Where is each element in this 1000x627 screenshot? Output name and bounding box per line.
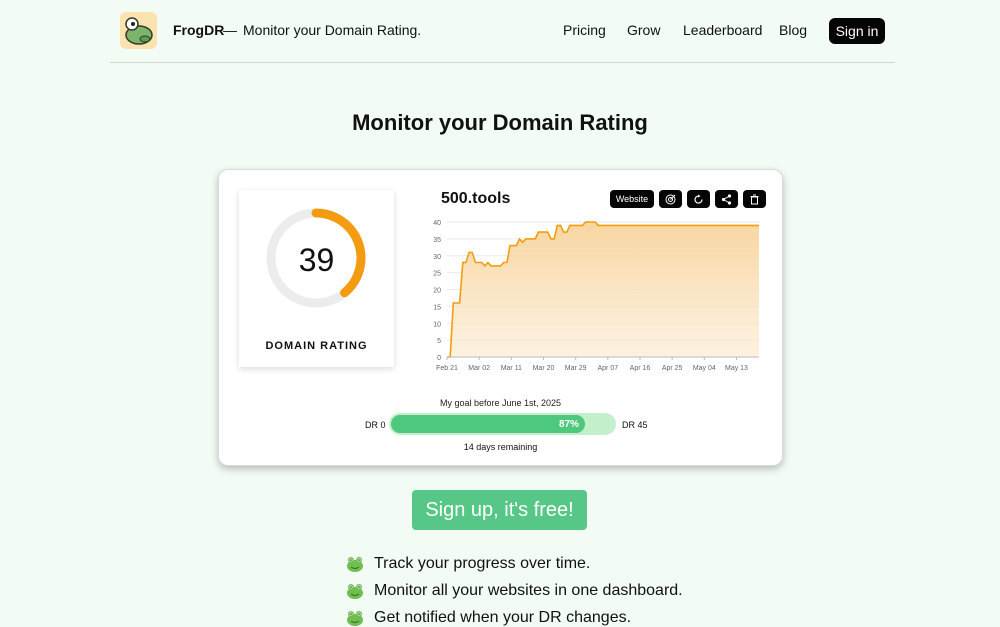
x-tick-label: Apr 07 (598, 365, 619, 372)
dr-gauge-box: 39 DOMAIN RATING (239, 190, 394, 367)
refresh-icon[interactable] (687, 190, 710, 208)
goal-progress-bar: 87% (389, 413, 616, 435)
goal-start: DR 0 (365, 420, 386, 430)
x-tick-label: Mar 02 (468, 365, 490, 372)
frog-logo-icon[interactable] (120, 12, 157, 49)
goal-progress-fill: 87% (391, 415, 585, 433)
y-tick-label: 15 (433, 304, 441, 311)
frog-icon (347, 584, 363, 599)
nav-blog[interactable]: Blog (779, 22, 807, 38)
dr-history-chart: 0 5 10 15 20 25 30 35 40 Feb 21 Mar 02 Mar 11 Mar 20… (433, 220, 759, 372)
frog-icon (347, 611, 363, 626)
nav-leaderboard[interactable]: Leaderboard (683, 22, 762, 38)
x-tick-label: Mar 29 (565, 365, 587, 372)
x-tick-label: Apr 25 (662, 365, 683, 372)
brand-name[interactable]: FrogDR (173, 22, 224, 38)
feature-text: Track your progress over time. (374, 555, 591, 572)
days-remaining: 14 days remaining (463, 442, 538, 452)
goal-end: DR 45 (622, 420, 648, 430)
y-tick-label: 40 (433, 220, 441, 227)
feature-text: Get notified when your DR changes. (374, 609, 632, 626)
feature-item: Monitor all your websites in one dashboa… (346, 582, 683, 600)
x-tick-label: Feb 21 (436, 365, 458, 372)
x-tick-label: Apr 16 (630, 365, 651, 372)
goal-percent: 87% (558, 419, 579, 430)
y-tick-label: 35 (433, 237, 441, 244)
nav-pricing[interactable]: Pricing (563, 22, 606, 38)
separator: — (223, 22, 237, 38)
site-name: 500.tools (441, 190, 511, 207)
share-icon[interactable] (715, 190, 738, 208)
goal-title: My goal before June 1st, 2025 (439, 398, 562, 408)
y-tick-label: 10 (433, 321, 441, 328)
site-header: FrogDR — Monitor your Domain Rating. Pri… (110, 0, 895, 63)
area-fill (447, 222, 759, 357)
rating-card: 39 DOMAIN RATING 500.tools Website 0 5 10 1… (218, 169, 783, 466)
x-tick-label: Mar 20 (533, 365, 555, 372)
y-tick-label: 0 (437, 355, 441, 362)
y-tick-label: 5 (437, 338, 441, 345)
y-tick-label: 25 (433, 271, 441, 278)
nav-grow[interactable]: Grow (627, 22, 660, 38)
dr-value: 39 (298, 242, 335, 278)
page-title: Monitor your Domain Rating (352, 110, 648, 135)
trash-icon[interactable] (743, 190, 766, 208)
feature-item: Track your progress over time. (346, 555, 590, 573)
feature-item: Get notified when your DR changes. (346, 609, 631, 627)
tagline: Monitor your Domain Rating. (243, 22, 422, 38)
frog-icon (347, 557, 363, 572)
x-tick-label: May 13 (725, 365, 748, 372)
website-button[interactable]: Website (610, 190, 654, 208)
target-icon[interactable] (659, 190, 682, 208)
y-tick-label: 30 (433, 254, 441, 261)
sign-in-button[interactable]: Sign in (829, 18, 885, 44)
feature-text: Monitor all your websites in one dashboa… (374, 582, 683, 599)
dr-label: DOMAIN RATING (265, 340, 368, 352)
y-tick-label: 20 (433, 288, 441, 295)
x-tick-label: Mar 11 (501, 365, 522, 372)
signup-button[interactable]: Sign up, it's free! (412, 490, 587, 530)
x-tick-label: May 04 (693, 365, 716, 372)
